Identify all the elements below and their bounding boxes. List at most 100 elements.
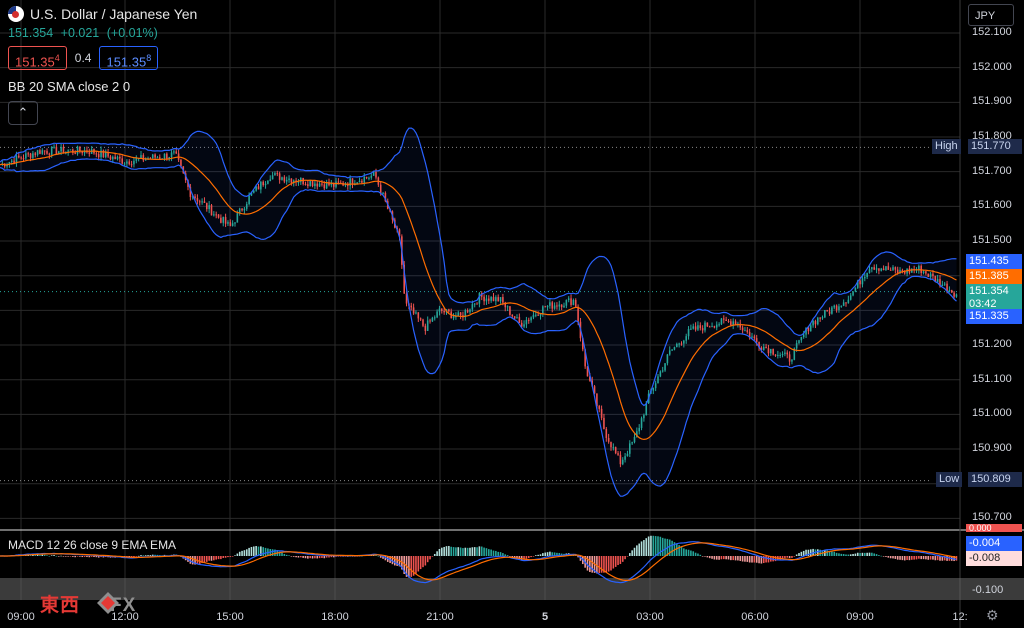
macd-histogram-bar bbox=[786, 556, 789, 558]
candle bbox=[633, 436, 636, 443]
candle bbox=[624, 456, 626, 460]
buy-button[interactable]: 151.358 bbox=[99, 46, 159, 70]
currency-select[interactable]: JPY bbox=[968, 4, 1014, 26]
candle bbox=[953, 292, 955, 297]
candle bbox=[887, 266, 890, 270]
macd-histogram-bar bbox=[206, 556, 208, 562]
macd-histogram-bar bbox=[859, 553, 861, 556]
macd-histogram-bar bbox=[748, 556, 751, 563]
macd-histogram-bar bbox=[901, 556, 904, 561]
candle bbox=[222, 217, 225, 223]
macd-histogram-bar bbox=[46, 555, 48, 556]
macd-histogram-bar bbox=[793, 556, 796, 557]
macd-indicator-label[interactable]: MACD 12 26 close 9 EMA EMA bbox=[8, 538, 176, 552]
candle bbox=[715, 324, 718, 328]
candle bbox=[560, 304, 563, 308]
candle bbox=[201, 201, 203, 203]
candle bbox=[619, 454, 622, 465]
macd-histogram-bar bbox=[410, 556, 413, 577]
candle bbox=[297, 181, 300, 183]
macd-histogram-bar bbox=[330, 556, 333, 558]
gear-icon[interactable]: ⚙ bbox=[986, 607, 999, 624]
macd-histogram-bar bbox=[532, 556, 535, 557]
macd-histogram-bar bbox=[74, 556, 76, 558]
macd-histogram-bar bbox=[887, 556, 890, 558]
macd-histogram-bar bbox=[607, 556, 610, 572]
candle bbox=[692, 326, 695, 329]
candle bbox=[838, 306, 840, 311]
macd-histogram-bar bbox=[795, 554, 798, 556]
price-change-pct: (+0.01%) bbox=[106, 26, 158, 40]
candle bbox=[537, 314, 539, 316]
candle bbox=[861, 278, 864, 285]
candle bbox=[419, 318, 422, 320]
candle bbox=[567, 298, 570, 300]
macd-histogram-bar bbox=[744, 556, 746, 562]
macd-histogram-bar bbox=[408, 556, 410, 578]
high-value-tag: 151.770 bbox=[968, 139, 1022, 154]
macd-histogram-bar bbox=[727, 556, 730, 560]
candle bbox=[556, 305, 558, 307]
candle bbox=[786, 352, 789, 355]
candle bbox=[892, 267, 894, 270]
candle bbox=[318, 183, 321, 187]
macd-histogram-bar bbox=[55, 555, 58, 557]
candle bbox=[607, 437, 610, 442]
candle bbox=[809, 325, 812, 332]
candle bbox=[163, 153, 166, 159]
collapse-legend-button[interactable]: ⌃ bbox=[8, 101, 38, 125]
chart-legend: U.S. Dollar / Japanese Yen 151.354 +0.02… bbox=[8, 6, 197, 125]
macd-histogram-bar bbox=[253, 546, 255, 556]
candle bbox=[826, 310, 828, 312]
macd-histogram-bar bbox=[229, 556, 232, 557]
macd-histogram-bar bbox=[69, 556, 72, 557]
candle bbox=[697, 325, 699, 330]
sell-button[interactable]: 151.354 bbox=[8, 46, 67, 70]
candle bbox=[466, 310, 469, 313]
candle bbox=[563, 305, 565, 308]
macd-histogram-bar bbox=[433, 553, 436, 556]
candle bbox=[720, 318, 723, 325]
bb-upper-tag: 151.435 bbox=[966, 254, 1022, 269]
candle bbox=[788, 354, 791, 362]
candle bbox=[121, 158, 123, 164]
macd-histogram-bar bbox=[871, 552, 873, 556]
candle bbox=[727, 320, 730, 322]
macd-histogram-bar bbox=[478, 546, 481, 556]
candle bbox=[617, 453, 619, 455]
candle bbox=[278, 173, 281, 180]
macd-histogram-bar bbox=[751, 556, 753, 563]
candle bbox=[791, 359, 793, 362]
macd-histogram-bar bbox=[309, 556, 311, 559]
candle bbox=[210, 205, 213, 216]
candle bbox=[577, 306, 579, 322]
candle bbox=[896, 269, 899, 273]
candle bbox=[194, 196, 196, 199]
macd-histogram-bar bbox=[262, 547, 264, 556]
candle bbox=[854, 287, 857, 292]
macd-histogram-bar bbox=[809, 549, 812, 556]
macd-histogram-bar bbox=[316, 556, 319, 559]
candle bbox=[871, 267, 873, 270]
macd-histogram-bar bbox=[838, 553, 840, 556]
macd-histogram-bar bbox=[60, 555, 62, 557]
last-price-tag: 151.354 03:42 bbox=[966, 284, 1022, 312]
price-axis-label: 151.000 bbox=[972, 407, 1012, 420]
macd-histogram-bar bbox=[866, 552, 868, 556]
macd-histogram-bar bbox=[784, 556, 786, 559]
bb-indicator-label[interactable]: BB 20 SMA close 2 0 bbox=[8, 79, 197, 94]
candle bbox=[488, 298, 490, 301]
candle bbox=[878, 268, 880, 271]
macd-histogram-bar bbox=[624, 556, 626, 560]
candle bbox=[598, 406, 601, 409]
macd-histogram-bar bbox=[861, 552, 864, 556]
price-axis-label: 151.600 bbox=[972, 199, 1012, 212]
macd-histogram-bar bbox=[638, 543, 640, 556]
candle bbox=[304, 184, 307, 186]
candle bbox=[236, 213, 239, 223]
bb-basis-tag: 151.385 bbox=[966, 269, 1022, 284]
macd-histogram-bar bbox=[706, 556, 709, 558]
macd-histogram-bar bbox=[694, 552, 697, 556]
bb-fill bbox=[0, 128, 957, 497]
candle bbox=[198, 201, 201, 203]
